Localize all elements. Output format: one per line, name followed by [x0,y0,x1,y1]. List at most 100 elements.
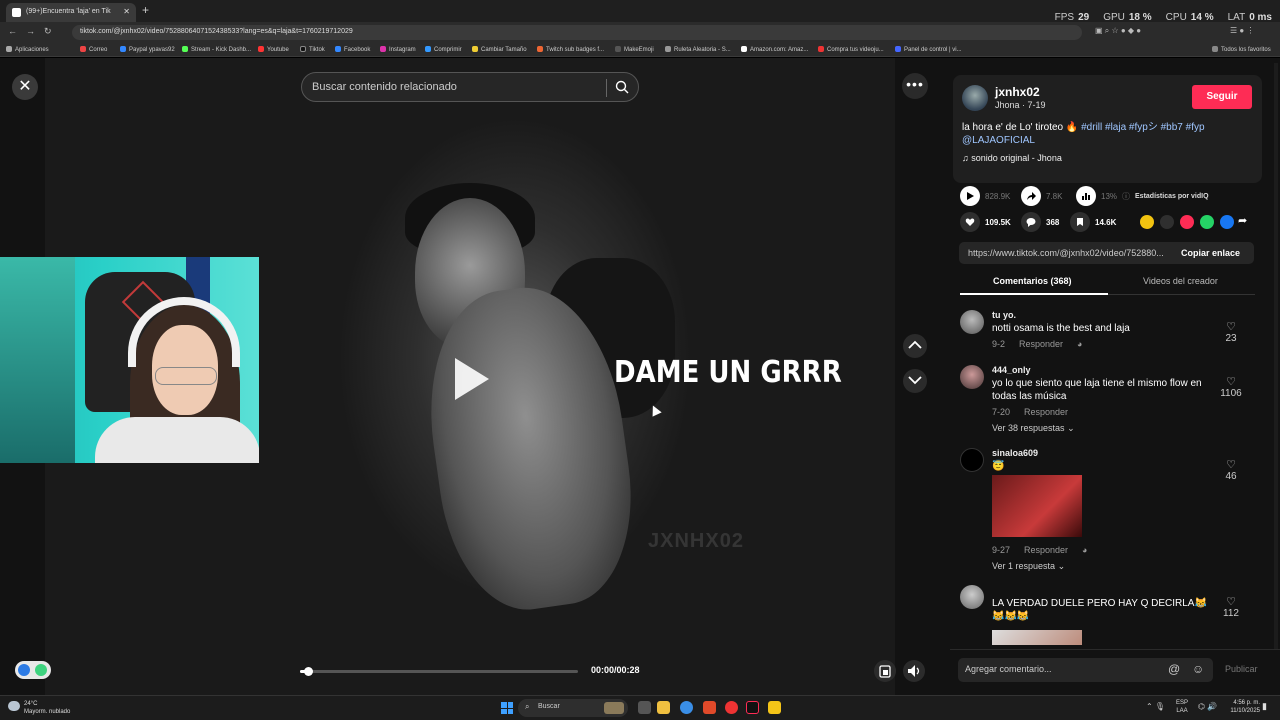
close-button[interactable]: ✕ [12,74,38,100]
search-icon[interactable] [615,80,629,94]
volume-button[interactable] [903,660,925,682]
related-search-input[interactable]: Buscar contenido relacionado [301,72,639,102]
reply-button[interactable]: Responder [1024,545,1068,555]
notifications-icon[interactable]: ▮ [1262,701,1267,712]
picture-in-picture-button[interactable] [874,660,896,682]
url-field[interactable]: tiktok.com/@jxnhx02/video/75288064071524… [72,25,1082,40]
author-handle[interactable]: jxnhx02 [995,85,1040,99]
back-icon[interactable]: ← [8,26,17,36]
embed-icon[interactable] [1160,215,1174,229]
tiktok-app-icon[interactable] [746,701,759,714]
more-options-icon[interactable]: ••• [902,73,928,99]
weather-widget[interactable]: 24°C Mayorm. nublado [24,700,70,716]
facebook-icon[interactable] [1220,215,1234,229]
tiktok-share-icon[interactable] [1180,215,1194,229]
tray-icons[interactable]: ⌃ 🎙 [1146,702,1165,711]
bookmark-item[interactable]: Facebook [335,46,370,53]
network-volume-icons[interactable]: ⌬ 🔊 [1198,702,1217,711]
all-bookmarks[interactable]: Todos los favoritos [1212,46,1271,53]
chrome-icon[interactable] [680,701,693,714]
bookmark-item[interactable]: Aplicaciones [6,46,49,53]
bookmark-item[interactable]: Comprimir [425,46,462,53]
sound-link[interactable]: ♫ sonido original - Jhona [962,153,1062,163]
next-video-button[interactable] [903,369,927,393]
comment-image[interactable] [992,475,1082,537]
comment-avatar[interactable] [960,365,984,389]
publish-button[interactable]: Publicar [1225,664,1258,674]
play-icon[interactable] [455,358,489,400]
coin-share-icon[interactable] [1140,215,1154,229]
comment-button[interactable]: 368 [1021,212,1059,232]
task-view-icon[interactable] [638,701,651,714]
mention-icon[interactable]: @ [1168,662,1180,676]
view-replies-button[interactable]: Ver 1 respuesta ⌄ [992,561,1065,572]
comment-username[interactable]: 444_only [992,365,1031,375]
tab-close-icon[interactable]: ✕ [123,7,130,16]
bookmark-item[interactable]: MakeEmoji [615,46,654,53]
bookmark-item[interactable]: Instagram [380,46,416,53]
plays-stat[interactable]: 828.9K [960,186,1010,206]
shares-stat[interactable]: 7.8K [1021,186,1062,206]
emoji-icon[interactable]: ☺ [1192,662,1204,676]
brave-icon[interactable] [703,701,716,714]
bookmark-item[interactable]: Panel de control | vi... [895,46,962,53]
app-icon[interactable] [725,701,738,714]
author-avatar[interactable] [962,85,988,111]
bookmark-item[interactable]: Correo [80,46,107,53]
whatsapp-icon[interactable] [1200,215,1214,229]
comment-input[interactable]: Agregar comentario... @ ☺ [958,658,1213,682]
profile-icon[interactable]: ☰ ● ⋮ [1230,26,1254,35]
comment-avatar[interactable] [960,310,984,334]
comment-username[interactable]: tu yo. [992,310,1016,320]
comment-like[interactable]: ♡ 112 [1216,595,1246,619]
bookmark-item[interactable]: Paypal ypavas92 [120,46,175,53]
reply-button[interactable]: Responder [1019,339,1063,349]
comment-username[interactable]: sinaloa609 [992,448,1038,458]
like-button[interactable]: 109.5K [960,212,1011,232]
bookmark-item[interactable]: Tiktok [300,46,325,53]
clock[interactable]: 4:56 p. m. 11/10/2025 [1230,699,1260,715]
bookmark-item[interactable]: Ruleta Aleatoria - S... [665,46,731,53]
comment-avatar[interactable] [960,585,984,609]
new-tab-icon[interactable]: + [142,3,149,17]
caption-hashtags[interactable]: #drill #laja #fypシ #bb7 #fyp [1081,122,1204,133]
comment-avatar[interactable] [960,448,984,472]
vidiq-stat[interactable]: 13% ⓘ Estadísticas por vidIQ [1076,186,1209,206]
bookmark-item[interactable]: Cambiar Tamaño [472,46,527,53]
panel-tabs: Comentarios (368) Videos del creador [960,271,1255,295]
share-more-icon[interactable]: ➦ [1238,214,1247,227]
language-indicator[interactable]: ESP LAA [1176,699,1188,715]
comment-text: notti osama is the best and laja [992,323,1130,334]
taskbar-search[interactable]: ⌕ Buscar [518,699,628,717]
sticky-notes-icon[interactable] [768,701,781,714]
save-button[interactable]: 14.6K [1070,212,1116,232]
tab-comments[interactable]: Comentarios (368) [993,276,1072,286]
video-link[interactable]: https://www.tiktok.com/@jxnhx02/video/75… [968,248,1173,258]
comment-like[interactable]: ♡ 23 [1216,320,1246,344]
comment-like[interactable]: ♡ 1106 [1216,375,1246,399]
reply-button[interactable]: Responder [1024,407,1068,417]
bookmark-item[interactable]: Amazon.com: Amaz... [741,46,808,53]
browser-tab[interactable]: (99+)Encuentra 'laja' en Tik ✕ [6,3,136,22]
panel-scrollbar[interactable] [1274,63,1278,683]
extensions-icons[interactable]: ▣ ⌕ ☆ ● ◆ ● [1095,26,1141,36]
comment-icon [1021,212,1041,232]
forward-icon[interactable]: → [26,26,35,36]
previous-video-button[interactable] [903,334,927,358]
tab-creator-videos[interactable]: Videos del creador [1143,276,1218,286]
view-replies-button[interactable]: Ver 38 respuestas ⌄ [992,423,1075,434]
file-explorer-icon[interactable] [657,701,670,714]
comment-like[interactable]: ♡ 46 [1216,458,1246,482]
bookmark-item[interactable]: Compra tus videoju... [818,46,884,53]
bookmark-item[interactable]: Stream - Kick Dashb... [182,46,251,53]
windows-start-icon[interactable] [501,702,513,714]
follow-button[interactable]: Seguir [1192,85,1252,109]
bookmark-item[interactable]: Twitch sub badges f... [537,46,604,53]
comment-image[interactable] [992,630,1082,645]
extension-badge[interactable] [15,661,51,679]
caption-mention[interactable]: @LAJAOFICIAL [962,134,1254,147]
bookmark-item[interactable]: Youtube [258,46,289,53]
reload-icon[interactable]: ↻ [44,26,52,37]
video-progress-bar[interactable] [300,667,578,676]
copy-link-button[interactable]: Copiar enlace [1181,248,1240,258]
